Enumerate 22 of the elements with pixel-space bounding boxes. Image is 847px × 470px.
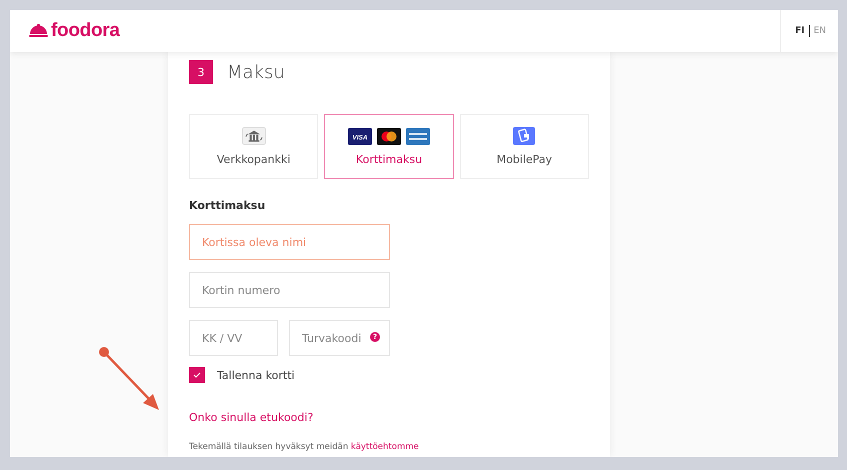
- input-field[interactable]: Kortissa oleva nimi: [189, 224, 390, 260]
- payment-method-tile[interactable]: Verkkopankki: [189, 114, 318, 179]
- phone-icon: [513, 127, 536, 145]
- logo-text: foodora: [51, 20, 120, 42]
- promo-code-link[interactable]: Onko sinulla etukoodi?: [189, 411, 314, 424]
- section-title: Korttimaksu: [189, 199, 266, 212]
- arrow-annotation: [99, 347, 159, 410]
- checkbox-label: Tallenna kortti: [217, 368, 295, 382]
- bank-icon: [242, 127, 266, 145]
- step-title: Maksu: [227, 62, 285, 82]
- cloche-logo-icon: [29, 24, 48, 38]
- terms-link[interactable]: käyttöehtomme: [350, 442, 419, 452]
- step-number: 3: [189, 60, 213, 84]
- input-field[interactable]: KK / VV: [189, 320, 278, 356]
- check-icon: [193, 372, 201, 378]
- language-option[interactable]: FI: [795, 26, 805, 36]
- input-field[interactable]: Kortin numero: [189, 272, 390, 308]
- terms-text: Tekemällä tilauksen hyväksyt meidän käyttöehtomme: [189, 442, 420, 452]
- mastercard-icon: [376, 128, 401, 144]
- checkbox[interactable]: [189, 367, 205, 383]
- payment-method-tile[interactable]: MobilePay: [460, 114, 589, 179]
- amex-card-icon: [406, 128, 430, 144]
